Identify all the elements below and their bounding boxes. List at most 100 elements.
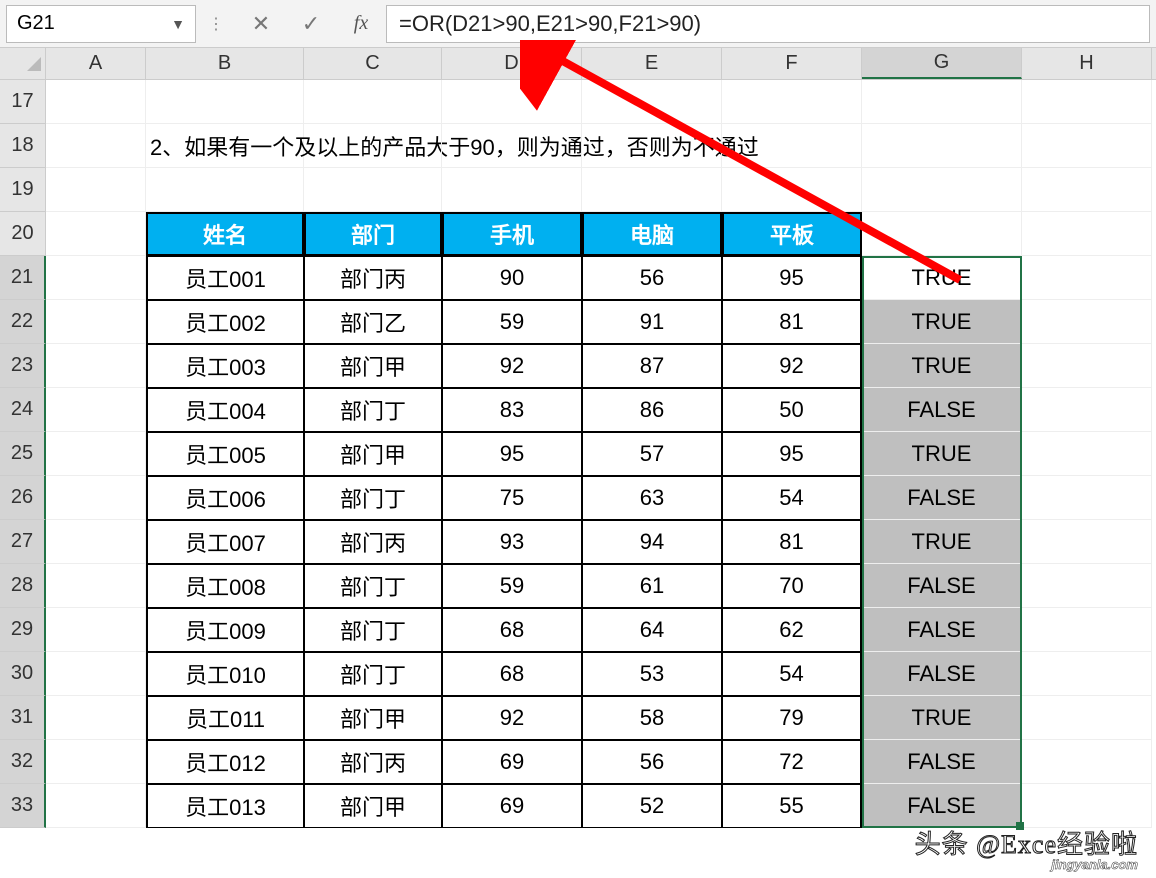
table-cell-name[interactable]: 员工013	[146, 784, 304, 828]
table-cell-pc[interactable]: 94	[582, 520, 722, 564]
spreadsheet-grid[interactable]: A B C D E F G H 17182、如果有一个及以上的产品大于90，则为…	[0, 48, 1156, 828]
formula-input[interactable]: =OR(D21>90,E21>90,F21>90)	[386, 5, 1150, 43]
cell-G19[interactable]	[862, 168, 1022, 212]
cell-E19[interactable]	[582, 168, 722, 212]
table-cell-phone[interactable]: 83	[442, 388, 582, 432]
table-cell-name[interactable]: 员工011	[146, 696, 304, 740]
table-cell-name[interactable]: 员工005	[146, 432, 304, 476]
row-header-28[interactable]: 28	[0, 564, 46, 608]
table-cell-pc[interactable]: 61	[582, 564, 722, 608]
enter-icon[interactable]: ✓	[286, 5, 336, 43]
row-header-29[interactable]: 29	[0, 608, 46, 652]
result-cell[interactable]: FALSE	[862, 652, 1022, 696]
table-header-pc[interactable]: 电脑	[582, 212, 722, 256]
table-cell-dept[interactable]: 部门丙	[304, 520, 442, 564]
result-cell[interactable]: FALSE	[862, 740, 1022, 784]
table-cell-name[interactable]: 员工009	[146, 608, 304, 652]
dropdown-icon[interactable]: ▼	[171, 16, 185, 32]
result-cell[interactable]: FALSE	[862, 608, 1022, 652]
cell-A24[interactable]	[46, 388, 146, 432]
row-header-22[interactable]: 22	[0, 300, 46, 344]
cell-H33[interactable]	[1022, 784, 1152, 828]
cell-A21[interactable]	[46, 256, 146, 300]
table-cell-pc[interactable]: 86	[582, 388, 722, 432]
row-header-26[interactable]: 26	[0, 476, 46, 520]
table-cell-phone[interactable]: 92	[442, 696, 582, 740]
cell-F17[interactable]	[722, 80, 862, 124]
table-cell-tablet[interactable]: 54	[722, 476, 862, 520]
table-cell-phone[interactable]: 90	[442, 256, 582, 300]
cell-A19[interactable]	[46, 168, 146, 212]
cell-F19[interactable]	[722, 168, 862, 212]
table-cell-tablet[interactable]: 50	[722, 388, 862, 432]
cell-H21[interactable]	[1022, 256, 1152, 300]
row-header-32[interactable]: 32	[0, 740, 46, 784]
cell-A17[interactable]	[46, 80, 146, 124]
result-cell[interactable]: TRUE	[862, 696, 1022, 740]
cell-H23[interactable]	[1022, 344, 1152, 388]
table-cell-phone[interactable]: 75	[442, 476, 582, 520]
table-cell-tablet[interactable]: 95	[722, 432, 862, 476]
cell-H22[interactable]	[1022, 300, 1152, 344]
fx-icon[interactable]: fx	[336, 5, 386, 43]
table-header-tablet[interactable]: 平板	[722, 212, 862, 256]
table-cell-dept[interactable]: 部门丁	[304, 564, 442, 608]
table-cell-dept[interactable]: 部门甲	[304, 344, 442, 388]
cancel-icon[interactable]: ✕	[236, 5, 286, 43]
table-cell-dept[interactable]: 部门丁	[304, 652, 442, 696]
row-header-24[interactable]: 24	[0, 388, 46, 432]
col-header-C[interactable]: C	[304, 48, 442, 79]
cell-H29[interactable]	[1022, 608, 1152, 652]
instruction-text[interactable]: 2、如果有一个及以上的产品大于90，则为通过，否则为不通过	[146, 124, 304, 168]
cell-D19[interactable]	[442, 168, 582, 212]
table-cell-phone[interactable]: 59	[442, 564, 582, 608]
table-cell-pc[interactable]: 64	[582, 608, 722, 652]
cell-H26[interactable]	[1022, 476, 1152, 520]
table-cell-dept[interactable]: 部门乙	[304, 300, 442, 344]
col-header-F[interactable]: F	[722, 48, 862, 79]
cell-H17[interactable]	[1022, 80, 1152, 124]
cell-D17[interactable]	[442, 80, 582, 124]
select-all-corner[interactable]	[0, 48, 46, 79]
result-cell[interactable]: FALSE	[862, 784, 1022, 828]
table-cell-dept[interactable]: 部门丁	[304, 608, 442, 652]
table-cell-pc[interactable]: 53	[582, 652, 722, 696]
table-cell-phone[interactable]: 59	[442, 300, 582, 344]
table-header-phone[interactable]: 手机	[442, 212, 582, 256]
row-header-25[interactable]: 25	[0, 432, 46, 476]
cell-F18[interactable]	[722, 124, 862, 168]
table-cell-pc[interactable]: 56	[582, 740, 722, 784]
table-cell-name[interactable]: 员工012	[146, 740, 304, 784]
table-cell-phone[interactable]: 93	[442, 520, 582, 564]
cell-G20[interactable]	[862, 212, 1022, 256]
cell-G17[interactable]	[862, 80, 1022, 124]
table-cell-name[interactable]: 员工003	[146, 344, 304, 388]
cell-A25[interactable]	[46, 432, 146, 476]
cell-H28[interactable]	[1022, 564, 1152, 608]
cell-H19[interactable]	[1022, 168, 1152, 212]
result-cell[interactable]: TRUE	[862, 344, 1022, 388]
cell-A32[interactable]	[46, 740, 146, 784]
col-header-D[interactable]: D	[442, 48, 582, 79]
table-cell-phone[interactable]: 95	[442, 432, 582, 476]
table-cell-phone[interactable]: 69	[442, 784, 582, 828]
col-header-E[interactable]: E	[582, 48, 722, 79]
cell-A30[interactable]	[46, 652, 146, 696]
row-header-30[interactable]: 30	[0, 652, 46, 696]
table-header-name[interactable]: 姓名	[146, 212, 304, 256]
table-cell-dept[interactable]: 部门丙	[304, 740, 442, 784]
row-header-19[interactable]: 19	[0, 168, 46, 212]
cell-H24[interactable]	[1022, 388, 1152, 432]
row-header-33[interactable]: 33	[0, 784, 46, 828]
col-header-H[interactable]: H	[1022, 48, 1152, 79]
cell-A33[interactable]	[46, 784, 146, 828]
col-header-A[interactable]: A	[46, 48, 146, 79]
result-cell[interactable]: FALSE	[862, 388, 1022, 432]
table-cell-dept[interactable]: 部门丙	[304, 256, 442, 300]
cell-G18[interactable]	[862, 124, 1022, 168]
result-cell[interactable]: FALSE	[862, 476, 1022, 520]
table-cell-tablet[interactable]: 72	[722, 740, 862, 784]
table-cell-name[interactable]: 员工008	[146, 564, 304, 608]
table-cell-pc[interactable]: 52	[582, 784, 722, 828]
cell-C19[interactable]	[304, 168, 442, 212]
